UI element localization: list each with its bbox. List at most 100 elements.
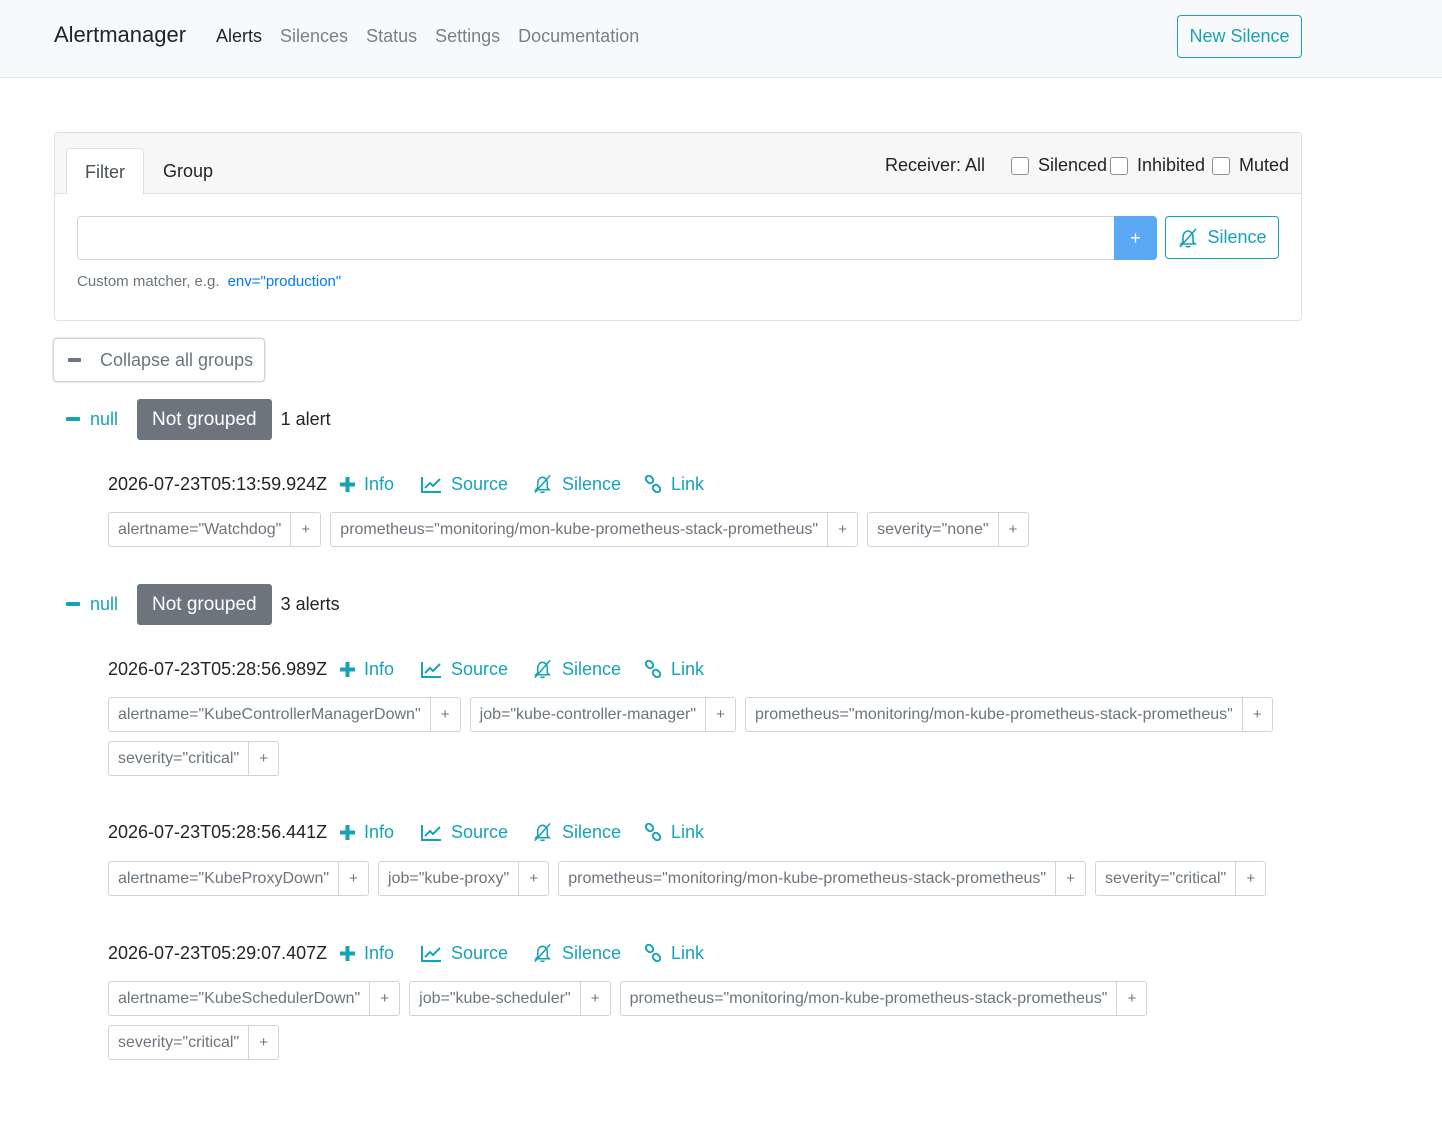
alert-link-label: Link — [671, 821, 705, 842]
label-text[interactable]: alertname="Watchdog" — [109, 513, 290, 546]
label-text[interactable]: alertname="KubeSchedulerDown" — [109, 982, 369, 1015]
alert-silence-button[interactable]: Silence — [532, 943, 644, 964]
checkbox-box[interactable] — [1011, 156, 1029, 175]
alert-link[interactable]: Link — [644, 943, 704, 964]
label-add-button[interactable]: + — [1235, 862, 1265, 895]
alert-silence-button[interactable]: Silence — [532, 474, 644, 495]
nav-link-alerts[interactable]: Alerts — [216, 26, 262, 47]
tab-group[interactable]: Group — [145, 148, 231, 195]
label-chip[interactable]: job="kube-scheduler" + — [409, 981, 611, 1016]
alert-info-button[interactable]: Info — [340, 474, 421, 495]
alert-source-link[interactable]: Source — [421, 474, 532, 495]
label-add-button[interactable]: + — [429, 698, 460, 731]
filter-silence-button[interactable]: Silence — [1165, 216, 1279, 259]
label-add-button[interactable]: + — [827, 513, 857, 546]
label-chip[interactable]: severity="critical" + — [108, 741, 280, 776]
label-chip[interactable]: alertname="Watchdog" + — [108, 512, 322, 547]
label-chip[interactable]: prometheus="monitoring/mon-kube-promethe… — [619, 981, 1148, 1016]
label-chip[interactable]: prometheus="monitoring/mon-kube-promethe… — [745, 697, 1273, 732]
alert-silence-label: Silence — [562, 473, 622, 494]
label-add-button[interactable]: + — [248, 1026, 278, 1059]
label-chip[interactable]: severity="critical" + — [108, 1025, 280, 1060]
label-add-button[interactable]: + — [518, 862, 548, 895]
filter-silence-label: Silence — [1207, 227, 1267, 247]
group-badge: Not grouped — [137, 583, 272, 625]
alert-silence-label: Silence — [562, 658, 622, 679]
bell-slash-icon — [533, 822, 552, 842]
label-add-button[interactable]: + — [1055, 862, 1085, 895]
tab-filter[interactable]: Filter — [66, 148, 144, 195]
collapse-all-groups-button[interactable]: Collapse all groups — [53, 338, 265, 382]
inhibited-checkbox[interactable]: Inhibited — [1110, 155, 1205, 176]
label-chip[interactable]: job="kube-controller-manager" + — [469, 697, 736, 732]
label-chip[interactable]: alertname="KubeProxyDown" + — [108, 861, 370, 896]
group-toggle-label: null — [90, 593, 119, 614]
label-add-button[interactable]: + — [579, 982, 610, 1015]
alert-labels: alertname="Watchdog" + prometheus="monito… — [108, 512, 1298, 556]
nav-link-settings[interactable]: Settings — [435, 26, 500, 47]
label-chip[interactable]: job="kube-proxy" + — [378, 861, 550, 896]
alert-source-link[interactable]: Source — [421, 659, 532, 680]
alert-link[interactable]: Link — [644, 659, 704, 680]
label-add-button[interactable]: + — [369, 982, 399, 1015]
label-text[interactable]: alertname="KubeProxyDown" — [109, 862, 338, 895]
label-add-button[interactable]: + — [1116, 982, 1146, 1015]
label-text[interactable]: job="kube-scheduler" — [410, 982, 579, 1015]
new-silence-button[interactable]: New Silence — [1177, 15, 1302, 58]
label-add-button[interactable]: + — [705, 698, 735, 731]
alert-info-button[interactable]: Info — [340, 822, 421, 843]
label-chip[interactable]: alertname="KubeControllerManagerDown" + — [108, 697, 461, 732]
add-matcher-button[interactable]: + — [1114, 216, 1157, 260]
label-text[interactable]: prometheus="monitoring/mon-kube-promethe… — [621, 982, 1117, 1015]
alert-info-label: Info — [364, 942, 395, 963]
label-text[interactable]: prometheus="monitoring/mon-kube-promethe… — [331, 513, 827, 546]
label-text[interactable]: severity="critical" — [109, 742, 248, 775]
checkbox-box[interactable] — [1212, 156, 1230, 175]
brand-title[interactable]: Alertmanager — [54, 22, 186, 48]
label-add-button[interactable]: + — [997, 513, 1028, 546]
label-add-button[interactable]: + — [1241, 698, 1272, 731]
label-chip[interactable]: severity="none" + — [867, 512, 1029, 547]
nav-link-documentation[interactable]: Documentation — [518, 26, 639, 47]
silenced-checkbox[interactable]: Silenced — [1011, 155, 1107, 176]
checkbox-box[interactable] — [1110, 156, 1128, 175]
label-text[interactable]: severity="none" — [868, 513, 997, 546]
label-text[interactable]: severity="critical" — [109, 1026, 248, 1059]
nav-link-status[interactable]: Status — [366, 26, 417, 47]
muted-checkbox[interactable]: Muted — [1212, 155, 1289, 176]
alert-silence-button[interactable]: Silence — [532, 659, 644, 680]
label-text[interactable]: job="kube-controller-manager" — [471, 698, 705, 731]
alert-source-label: Source — [451, 942, 509, 963]
alert-link[interactable]: Link — [644, 822, 704, 843]
label-add-button[interactable]: + — [248, 742, 278, 775]
alert-timestamp: 2026-07-23T05:28:56.441Z — [108, 821, 328, 842]
label-text[interactable]: prometheus="monitoring/mon-kube-promethe… — [559, 862, 1055, 895]
label-text[interactable]: job="kube-proxy" — [379, 862, 518, 895]
receiver-dropdown[interactable]: Receiver: All — [885, 155, 985, 176]
matcher-hint: Custom matcher, e.g. env="production" — [77, 273, 341, 290]
alert-source-link[interactable]: Source — [421, 943, 532, 964]
label-chip[interactable]: alertname="KubeSchedulerDown" + — [108, 981, 401, 1016]
top-navbar: Alertmanager Alerts Silences Status Sett… — [0, 0, 1442, 78]
label-text[interactable]: severity="critical" — [1096, 862, 1235, 895]
label-text[interactable]: prometheus="monitoring/mon-kube-promethe… — [746, 698, 1242, 731]
label-chip[interactable]: prometheus="monitoring/mon-kube-promethe… — [558, 861, 1087, 896]
alert-link[interactable]: Link — [644, 474, 704, 495]
filter-input[interactable] — [77, 216, 1115, 260]
inhibited-label: Inhibited — [1137, 155, 1206, 175]
label-chip[interactable]: prometheus="monitoring/mon-kube-promethe… — [330, 512, 859, 547]
alert-info-button[interactable]: Info — [340, 659, 421, 680]
alert-silence-button[interactable]: Silence — [532, 822, 644, 843]
plus-icon — [340, 945, 355, 961]
group-collapse-toggle[interactable]: null — [66, 594, 137, 615]
nav-link-silences[interactable]: Silences — [280, 26, 348, 47]
label-text[interactable]: alertname="KubeControllerManagerDown" — [109, 698, 430, 731]
label-add-button[interactable]: + — [290, 513, 320, 546]
group-alert-count: 3 alerts — [280, 593, 340, 614]
alert-info-button[interactable]: Info — [340, 943, 421, 964]
group-collapse-toggle[interactable]: null — [66, 409, 137, 430]
alert-source-link[interactable]: Source — [421, 822, 532, 843]
alert-header: 2026-07-23T05:29:07.407Z Info Source Sil… — [108, 940, 704, 966]
label-chip[interactable]: severity="critical" + — [1095, 861, 1267, 896]
label-add-button[interactable]: + — [338, 862, 368, 895]
